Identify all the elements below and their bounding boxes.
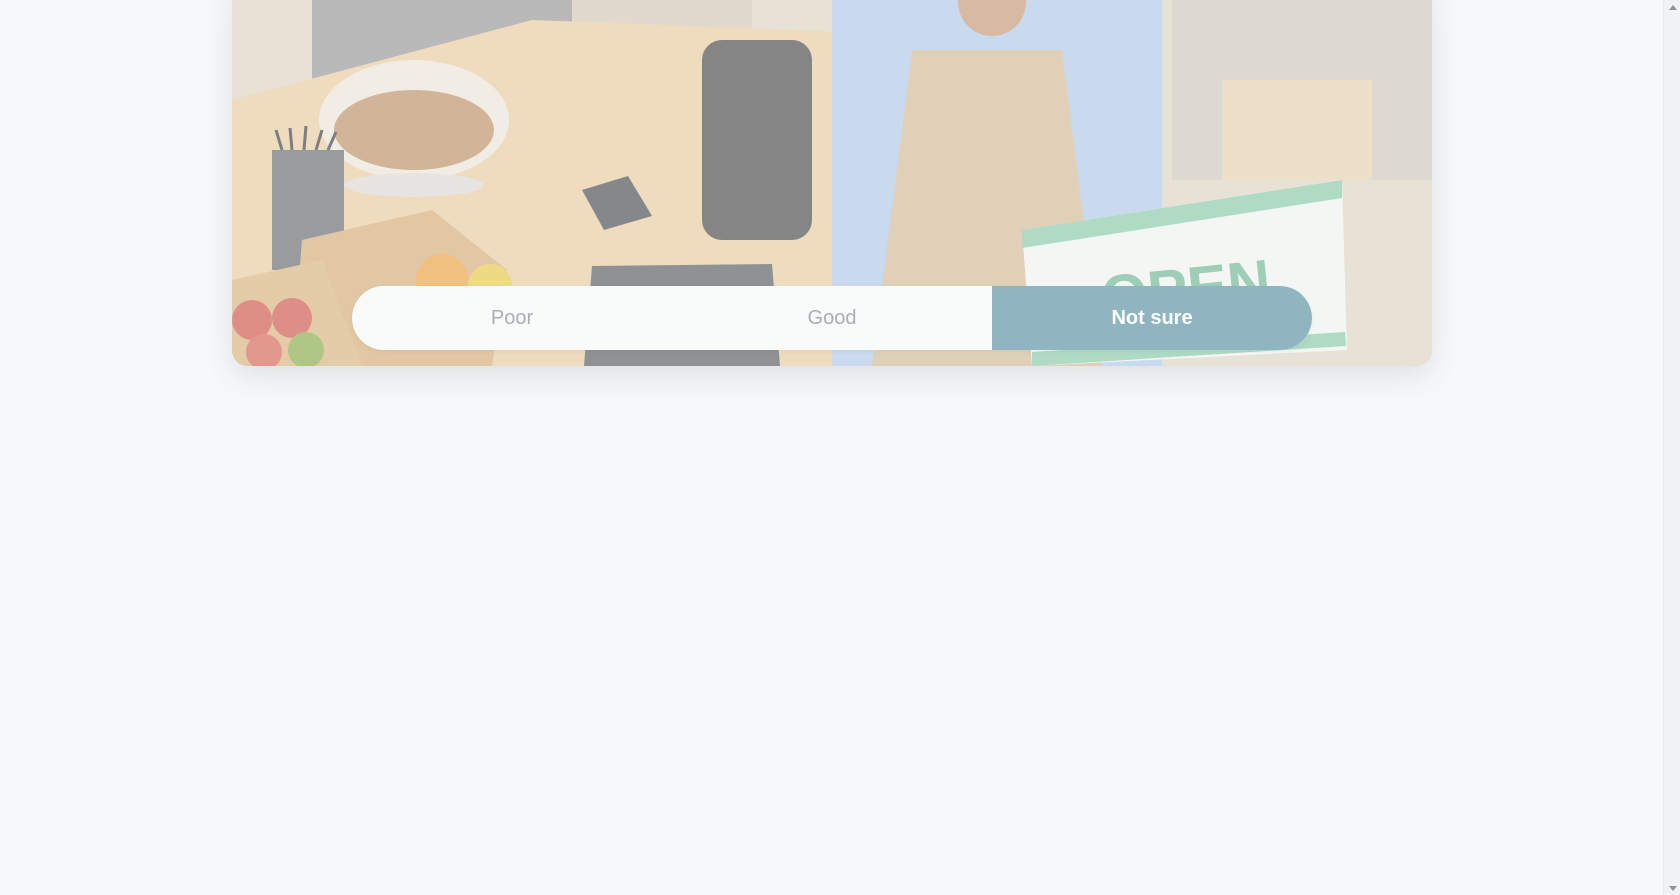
- option-poor[interactable]: Poor: [352, 286, 672, 350]
- option-not-sure[interactable]: Not sure: [992, 286, 1312, 350]
- scroll-down-button[interactable]: [1664, 881, 1680, 895]
- page: OPEN Poor Good Not sure: [0, 0, 1680, 895]
- chevron-up-icon: [1668, 4, 1677, 10]
- option-good[interactable]: Good: [672, 286, 992, 350]
- chevron-down-icon: [1668, 885, 1677, 891]
- vertical-scrollbar[interactable]: [1663, 0, 1680, 895]
- rating-segmented-control: Poor Good Not sure: [352, 286, 1312, 350]
- scroll-up-button[interactable]: [1664, 0, 1680, 14]
